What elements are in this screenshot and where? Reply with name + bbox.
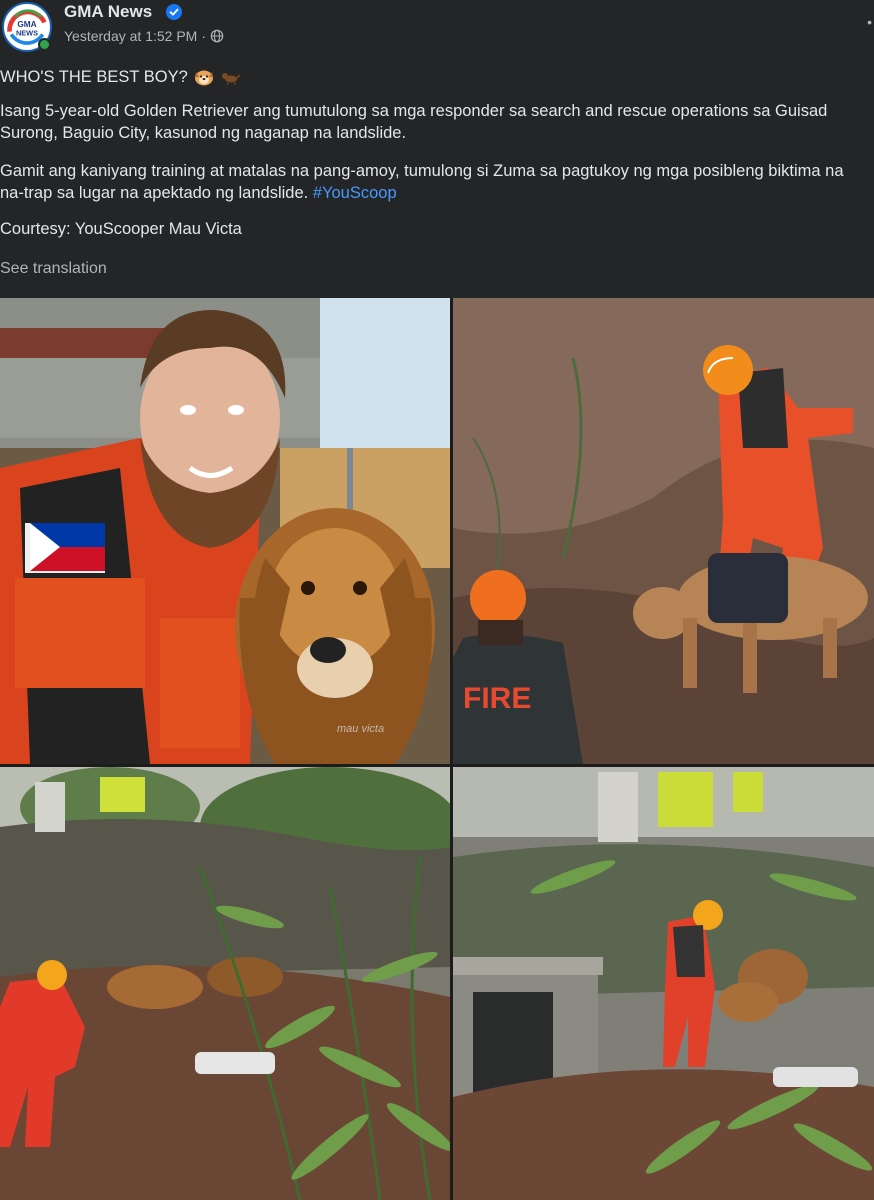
globe-icon[interactable] xyxy=(210,29,224,43)
online-status-dot xyxy=(38,38,51,51)
post-meta: Yesterday at 1:52 PM · xyxy=(64,28,224,44)
post-timestamp[interactable]: Yesterday at 1:52 PM xyxy=(64,28,197,44)
dog-face-emoji xyxy=(194,70,213,86)
post-headline: WHO'S THE BEST BOY? xyxy=(0,66,870,88)
post-courtesy: Courtesy: YouScooper Mau Victa xyxy=(0,220,242,238)
svg-text:FIRE: FIRE xyxy=(463,682,531,715)
headline-text: WHO'S THE BEST BOY? xyxy=(0,68,188,86)
page-name[interactable]: GMA News xyxy=(64,2,152,22)
post-text: WHO'S THE BEST BOY? Isang 5-year-old Gol… xyxy=(0,66,870,277)
svg-text:NEWS: NEWS xyxy=(16,28,38,37)
paragraph-2-text: Gamit ang kaniyang training at matalas n… xyxy=(0,162,844,202)
post-header: GMA NEWS GMA News Yesterday at 1:52 PM ·… xyxy=(0,0,874,60)
post-paragraph-2: Gamit ang kaniyang training at matalas n… xyxy=(0,160,870,204)
more-options-icon[interactable]: • xyxy=(867,14,872,30)
photo-dog-and-rescuer-bamboo[interactable] xyxy=(0,767,450,1200)
dog-emoji xyxy=(221,73,240,85)
see-translation-link[interactable]: See translation xyxy=(0,258,107,280)
photo-grid: mau victa FIRE xyxy=(0,298,874,1200)
verified-badge-icon xyxy=(166,4,182,20)
meta-separator: · xyxy=(201,28,207,44)
post-paragraph-1: Isang 5-year-old Golden Retriever ang tu… xyxy=(0,102,828,142)
photo-rescuer-and-dog-landslide[interactable]: FIRE xyxy=(453,298,874,764)
photo-watermark: mau victa xyxy=(337,723,385,735)
hashtag-link[interactable]: #YouScoop xyxy=(313,184,397,202)
photo-man-with-dog[interactable]: mau victa xyxy=(0,298,450,764)
photo-rescuer-and-dog-house[interactable] xyxy=(453,767,874,1200)
